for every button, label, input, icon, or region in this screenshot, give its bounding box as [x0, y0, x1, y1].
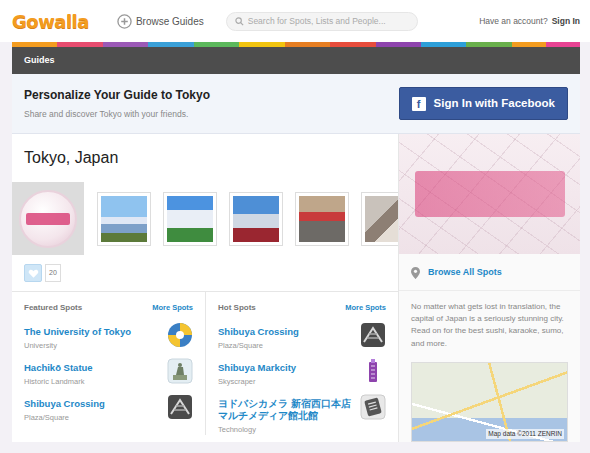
magnifier-icon — [235, 17, 244, 26]
guide-content: Tokyo, Japan 20 Featur — [12, 134, 398, 442]
spot-text: The University of Tokyo University — [24, 326, 131, 351]
spot-columns: Featured Spots More Spots The University… — [12, 291, 398, 435]
spot-name[interactable]: Shibuya Crossing — [24, 398, 105, 410]
spot-category: Historic Landmark — [24, 376, 93, 387]
plus-icon — [117, 14, 132, 29]
more-spots-link[interactable]: More Spots — [152, 302, 193, 314]
spot-name[interactable]: Shibuya Crossing — [218, 326, 299, 338]
like-button[interactable] — [24, 264, 42, 282]
photo-strip — [12, 182, 398, 255]
spot-item[interactable]: Shibuya Markcity Skyscraper — [218, 362, 386, 398]
photo-thumbnail[interactable] — [362, 193, 398, 245]
featured-title: Featured Spots — [24, 302, 82, 314]
university-icon — [167, 322, 193, 348]
heart-icon — [28, 268, 39, 279]
spot-category: University — [24, 340, 131, 351]
section-bar: Guides — [12, 47, 580, 74]
account-prompt: Have an account? — [479, 15, 548, 28]
photo-thumbnail[interactable] — [296, 193, 348, 245]
skyscraper-icon — [360, 358, 386, 384]
sign-in-link[interactable]: Sign In — [552, 15, 580, 28]
guide-badge-picture[interactable] — [12, 182, 84, 255]
spot-category: Technology — [218, 424, 354, 435]
logo[interactable]: Gowalla — [12, 8, 89, 35]
spot-item[interactable]: ヨドバシカメラ 新宿西口本店 マルチメディア館北館 Technology — [218, 398, 386, 435]
spot-item[interactable]: Shibuya Crossing Plaza/Square — [24, 398, 193, 434]
more-spots-link[interactable]: More Spots — [345, 302, 386, 314]
search-field[interactable] — [226, 12, 418, 31]
search-input[interactable] — [248, 15, 409, 28]
featured-spots: Featured Spots More Spots The University… — [12, 292, 205, 435]
photo-thumbnail[interactable] — [230, 193, 282, 245]
plaza-icon — [360, 322, 386, 348]
guide-title: Tokyo, Japan — [12, 134, 398, 182]
spot-category: Plaza/Square — [24, 412, 105, 423]
hot-title: Hot Spots — [218, 302, 256, 314]
personalize-panel: Personalize Your Guide to Tokyo Share an… — [12, 74, 580, 134]
guide-sidebar: Browse All Spots No matter what gets los… — [398, 134, 580, 442]
guide-main: Tokyo, Japan 20 Featur — [12, 134, 580, 442]
page-body: Guides Personalize Your Guide to Tokyo S… — [12, 42, 580, 442]
spot-text: ヨドバシカメラ 新宿西口本店 マルチメディア館北館 Technology — [218, 398, 354, 435]
photo-thumbnail[interactable] — [98, 193, 150, 245]
spot-name[interactable]: Hachikō Statue — [24, 362, 93, 374]
spot-item[interactable]: The University of Tokyo University — [24, 326, 193, 362]
spot-name[interactable]: Shibuya Markcity — [218, 362, 296, 374]
spot-name[interactable]: The University of Tokyo — [24, 326, 131, 338]
spot-name[interactable]: ヨドバシカメラ 新宿西口本店 マルチメディア館北館 — [218, 398, 354, 422]
like-row: 20 — [12, 255, 398, 291]
guide-map[interactable]: Map data ©2011 ZENRIN — [411, 362, 568, 442]
spot-category: Plaza/Square — [218, 340, 299, 351]
tokyo-banner-picture — [399, 134, 580, 254]
facebook-icon: f — [412, 97, 426, 111]
photo-thumbnail[interactable] — [164, 193, 216, 245]
spot-text: Hachikō Statue Historic Landmark — [24, 362, 93, 387]
technology-icon — [360, 394, 386, 420]
guide-description: No matter what gets lost in translation,… — [399, 290, 580, 351]
top-header: Gowalla Browse Guides Have an account? S… — [0, 0, 590, 42]
plaza-icon — [167, 394, 193, 420]
personalize-subtitle: Share and discover Tokyo with your frien… — [24, 108, 210, 121]
like-count: 20 — [45, 264, 61, 282]
browse-guides-link[interactable]: Browse Guides — [117, 14, 204, 29]
browse-all-spots-link[interactable]: Browse All Spots — [399, 254, 580, 290]
hot-spots: Hot Spots More Spots Shibuya Crossing Pla… — [205, 292, 398, 435]
facebook-signin-button[interactable]: f Sign In with Facebook — [399, 87, 568, 120]
spot-item[interactable]: Shibuya Crossing Plaza/Square — [218, 326, 386, 362]
spot-text: Shibuya Markcity Skyscraper — [218, 362, 296, 387]
personalize-title: Personalize Your Guide to Tokyo — [24, 86, 210, 104]
landmark-icon — [167, 358, 193, 384]
account-links: Have an account? Sign In — [479, 15, 580, 28]
pin-icon — [411, 267, 420, 279]
spot-category: Skyscraper — [218, 376, 296, 387]
spot-text: Shibuya Crossing Plaza/Square — [24, 398, 105, 423]
map-attribution: Map data ©2011 ZENRIN — [486, 429, 564, 439]
spot-text: Shibuya Crossing Plaza/Square — [218, 326, 299, 351]
spot-item[interactable]: Hachikō Statue Historic Landmark — [24, 362, 193, 398]
